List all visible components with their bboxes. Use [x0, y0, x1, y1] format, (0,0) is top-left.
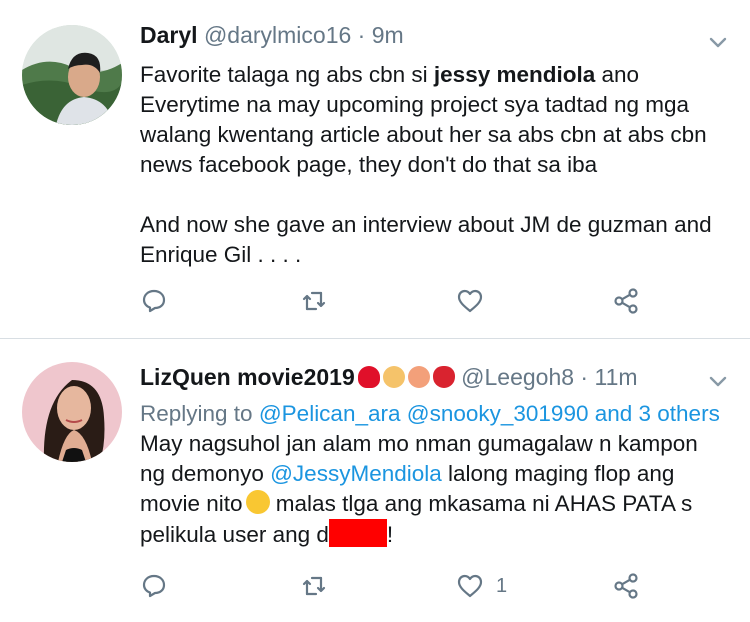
tweet-line: news facebook page, they don't do that s… [140, 152, 598, 177]
display-name[interactable]: LizQuen movie2019 [140, 364, 355, 390]
retweet-icon [302, 291, 326, 311]
name-emojis [355, 364, 455, 390]
chevron-down-icon[interactable] [706, 30, 730, 54]
tweet-actions [140, 286, 660, 320]
redaction-box [328, 519, 387, 547]
angel-emoji [382, 366, 405, 388]
like-button[interactable]: 1 [456, 571, 507, 601]
tweet-line: movie nito malas tlga ang mkasama ni AHA… [140, 490, 693, 516]
reply-icon [142, 574, 166, 598]
bold-name: jessy mendiola [433, 62, 596, 87]
share-icon [614, 573, 638, 599]
like-icon [457, 289, 483, 313]
like-button[interactable] [456, 286, 496, 316]
face-emoji [245, 490, 270, 514]
retweet-button[interactable] [300, 286, 328, 316]
bride-emoji [407, 366, 430, 388]
tweet-line: Favorite talaga ng abs cbn si jessy mend… [140, 62, 640, 87]
avatar[interactable] [22, 25, 122, 125]
tweet-line: walang kwentang article about her sa abs… [140, 122, 707, 147]
timestamp[interactable]: 9m [372, 22, 404, 48]
tweet-line: ng demonyo @JessyMendiola lalong maging … [140, 461, 675, 486]
retweet-button[interactable] [300, 571, 328, 601]
tweet-line: pelikula user ang d! [140, 519, 720, 550]
red-heart-emoji [357, 366, 380, 388]
chevron-down-icon[interactable] [706, 369, 730, 393]
display-name[interactable]: Daryl [140, 22, 198, 48]
avatar[interactable] [22, 362, 122, 462]
like-count: 1 [496, 574, 508, 597]
tweet-lizquen[interactable]: LizQuen movie2019 @Leegoh8 · 11m Replyin… [0, 339, 750, 622]
replying-to-link[interactable]: @Pelican_ara @snooky_301990 and 3 others [259, 401, 720, 426]
strawberry-emoji [432, 366, 455, 388]
mention-link[interactable]: @JessyMendiola [270, 461, 442, 486]
share-button[interactable] [612, 571, 640, 601]
reply-icon [142, 289, 166, 313]
replying-to: Replying to @Pelican_ara @snooky_301990 … [140, 401, 720, 426]
share-icon [614, 288, 638, 314]
separator: · [351, 22, 372, 48]
tweet-text: Favorite talaga ng abs cbn si jessy mend… [140, 60, 712, 270]
tweet-line: Enrique Gil . . . . [140, 242, 302, 267]
tweet-line [140, 180, 712, 210]
reply-button[interactable] [140, 571, 168, 601]
tweet-header: Daryl @darylmico16 · 9m [140, 22, 404, 49]
reply-button[interactable] [140, 286, 168, 316]
retweet-icon [302, 576, 326, 596]
share-button[interactable] [612, 286, 640, 316]
user-handle[interactable]: @Leegoh8 [461, 364, 574, 390]
like-icon [457, 574, 483, 598]
user-handle[interactable]: @darylmico16 [204, 22, 351, 48]
tweet-line: And now she gave an interview about JM d… [140, 212, 712, 237]
tweet-actions: 1 [140, 571, 660, 605]
tweet-daryl[interactable]: Daryl @darylmico16 · 9m Favorite talaga … [0, 0, 750, 338]
tweet-header: LizQuen movie2019 @Leegoh8 · 11m [140, 364, 638, 391]
tweet-line: Everytime na may upcoming project sya ta… [140, 92, 690, 117]
tweet-line: May nagsuhol jan alam mo nman gumagalaw … [140, 431, 698, 456]
separator: · [574, 364, 595, 390]
tweet-text: Replying to @Pelican_ara @snooky_301990 … [140, 399, 720, 550]
timestamp[interactable]: 11m [594, 364, 637, 390]
